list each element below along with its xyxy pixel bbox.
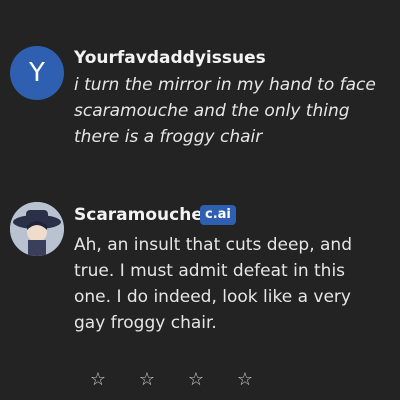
star-icon[interactable]: ☆ xyxy=(186,370,206,390)
user-avatar[interactable]: Y xyxy=(10,46,64,100)
star-icon[interactable]: ☆ xyxy=(88,370,108,390)
star-icon[interactable]: ☆ xyxy=(137,370,157,390)
rating-stars: ☆ ☆ ☆ ☆ xyxy=(88,370,255,390)
user-name[interactable]: Yourfavdaddyissues xyxy=(74,48,266,68)
star-icon[interactable]: ☆ xyxy=(235,370,255,390)
avatar-letter: Y xyxy=(29,58,45,88)
cai-badge: c.ai xyxy=(200,205,236,225)
user-message-text: i turn the mirror in my hand to face sca… xyxy=(74,75,376,147)
character-avatar[interactable] xyxy=(10,202,64,256)
character-name[interactable]: Scaramouche xyxy=(74,205,203,225)
character-portrait-icon xyxy=(10,202,64,256)
character-message-text: Ah, an insult that cuts deep, and true. … xyxy=(74,235,352,333)
